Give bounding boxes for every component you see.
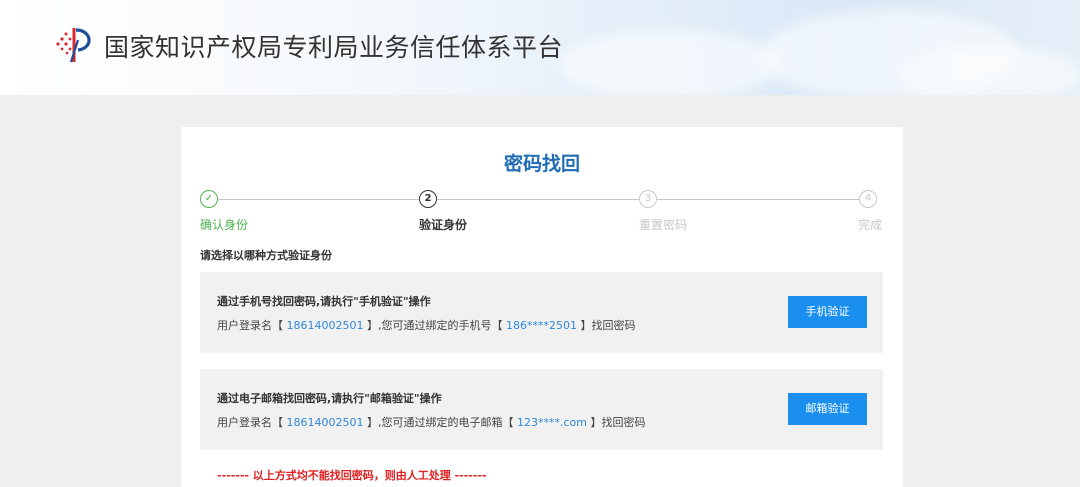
banner-cloud xyxy=(900,45,1080,95)
email-option-description: 用户登录名【 18614002501 】,您可通过绑定的电子邮箱【 123***… xyxy=(217,414,645,430)
header-banner: 国家知识产权局专利局业务信任体系平台 xyxy=(0,0,1080,95)
email-verification-option: 通过电子邮箱找回密码,请执行"邮箱验证"操作 用户登录名【 1861400250… xyxy=(200,369,883,450)
desc-suffix: 】找回密码 xyxy=(590,416,646,429)
banner-cloud xyxy=(560,30,780,95)
phone-verify-button[interactable]: 手机验证 xyxy=(788,296,867,328)
desc-suffix: 】找回密码 xyxy=(580,319,636,332)
desc-middle: 】,您可通过绑定的手机号【 xyxy=(366,319,503,332)
verification-prompt: 请选择以哪种方式验证身份 xyxy=(200,249,332,262)
manual-processing-note: ------- 以上方式均不能找回密码，则由人工处理 ------- xyxy=(217,469,487,482)
step-2-label: 验证身份 xyxy=(419,218,468,232)
phone-option-title: 通过手机号找回密码,请执行"手机验证"操作 xyxy=(217,295,431,308)
step-connector xyxy=(437,199,639,200)
step-4-indicator: 4 xyxy=(859,190,877,208)
email-verify-button[interactable]: 邮箱验证 xyxy=(788,393,867,425)
step-connector xyxy=(657,199,859,200)
site-title: 国家知识产权局专利局业务信任体系平台 xyxy=(104,33,564,62)
step-4-label: 完成 xyxy=(858,218,883,232)
page-title: 密码找回 xyxy=(503,153,580,175)
phone-option-description: 用户登录名【 18614002501 】,您可通过绑定的手机号【 186****… xyxy=(217,317,635,333)
username-value: 18614002501 xyxy=(286,416,364,429)
desc-prefix: 用户登录名【 xyxy=(217,319,283,332)
desc-middle: 】,您可通过绑定的电子邮箱【 xyxy=(366,416,514,429)
step-1-check-icon: ✓ xyxy=(200,190,218,208)
step-2-indicator: 2 xyxy=(419,190,437,208)
step-1-label: 确认身份 xyxy=(200,218,249,232)
email-option-title: 通过电子邮箱找回密码,请执行"邮箱验证"操作 xyxy=(217,392,442,405)
masked-email-value: 123****.com xyxy=(516,416,587,429)
cnipa-logo-icon xyxy=(56,28,91,63)
desc-prefix: 用户登录名【 xyxy=(217,416,283,429)
step-3-label: 重置密码 xyxy=(639,218,688,232)
step-3-indicator: 3 xyxy=(639,190,657,208)
username-value: 18614002501 xyxy=(286,319,364,332)
step-connector xyxy=(218,199,419,200)
phone-verification-option: 通过手机号找回密码,请执行"手机验证"操作 用户登录名【 18614002501… xyxy=(200,272,883,353)
password-recovery-card: 密码找回 ✓ 确认身份 2 验证身份 3 重置密码 4 完成 请选择以哪种方式验… xyxy=(181,127,903,487)
masked-phone-value: 186****2501 xyxy=(505,319,577,332)
